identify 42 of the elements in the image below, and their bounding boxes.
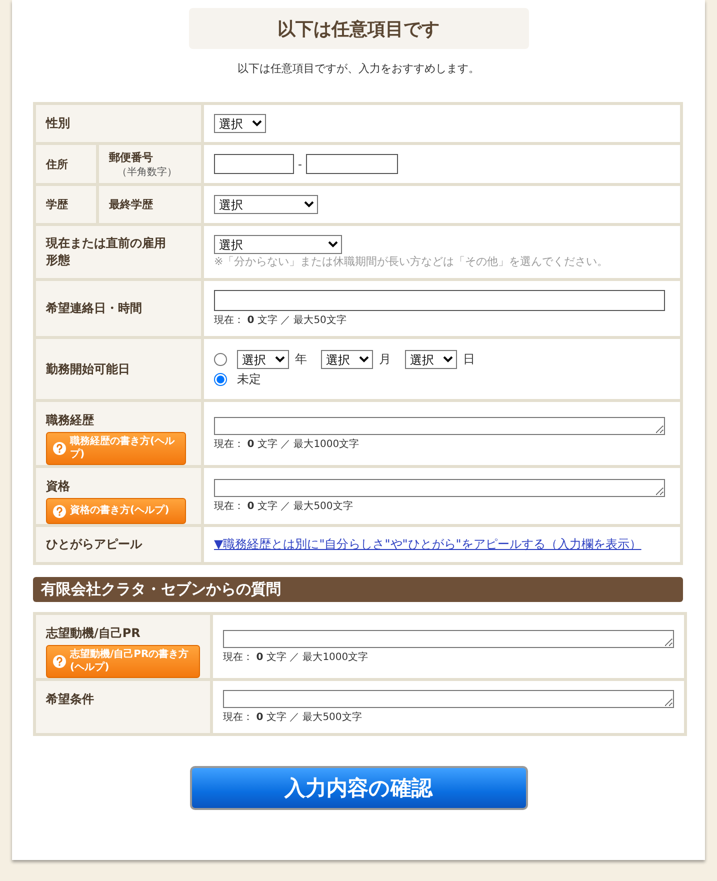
field-label: 志望動機/自己PR (46, 625, 142, 642)
separator-text: - (298, 158, 302, 170)
text-area[interactable] (214, 416, 665, 434)
text-area[interactable] (223, 630, 674, 648)
section-title: 以下は任意項目です (188, 8, 528, 49)
confirm-button[interactable]: 入力内容の確認 (190, 766, 528, 810)
field-label: 希望条件 (46, 691, 95, 708)
dropdown[interactable]: 選択 (321, 350, 373, 369)
field-label: 住所 (46, 158, 68, 170)
dropdown[interactable]: 選択 (405, 350, 457, 369)
dropdown[interactable]: 選択 (214, 114, 266, 133)
field-note: （半角数字） (116, 166, 178, 178)
radio-button[interactable] (214, 353, 227, 366)
radio-label: 未定 (237, 371, 261, 388)
unit-label: 日 (463, 351, 475, 368)
field-label: 希望連絡日・時間 (46, 300, 143, 317)
unit-label: 月 (379, 351, 391, 368)
dropdown[interactable]: 選択 (214, 195, 318, 214)
field-label: 郵便番号 (109, 150, 154, 164)
section-heading: 有限会社クラタ・セブンからの質問 (33, 577, 683, 602)
text-area[interactable] (214, 479, 665, 497)
field-label: 現在または直前の雇用形態 (46, 235, 166, 269)
field-label: 学歴 (46, 198, 68, 211)
postal-code-field[interactable] (306, 154, 398, 174)
hint-text: ※「分からない」または休職期間が長い方などは「その他」を選んでください。 (214, 254, 610, 269)
section-subtitle: 以下は任意項目ですが、入力をおすすめします。 (236, 61, 480, 76)
field-label: 最終学歴 (109, 197, 154, 212)
unit-label: 年 (295, 351, 307, 368)
field-label: 職務経歴 (46, 412, 95, 429)
field-label: 勤務開始可能日 (46, 360, 131, 378)
help-icon (53, 655, 66, 668)
field-label: ひとがらアピール (46, 536, 144, 553)
input-field[interactable] (214, 290, 665, 311)
help-icon (53, 442, 66, 455)
text-area[interactable] (223, 690, 674, 708)
field-label: 性別 (46, 115, 71, 132)
field-label: 資格 (46, 478, 71, 495)
dropdown[interactable]: 選択 (214, 235, 342, 254)
help-icon (53, 504, 66, 518)
postal-code-field[interactable] (214, 154, 294, 174)
dropdown[interactable]: 選択 (237, 350, 289, 369)
radio-button[interactable] (214, 373, 227, 386)
